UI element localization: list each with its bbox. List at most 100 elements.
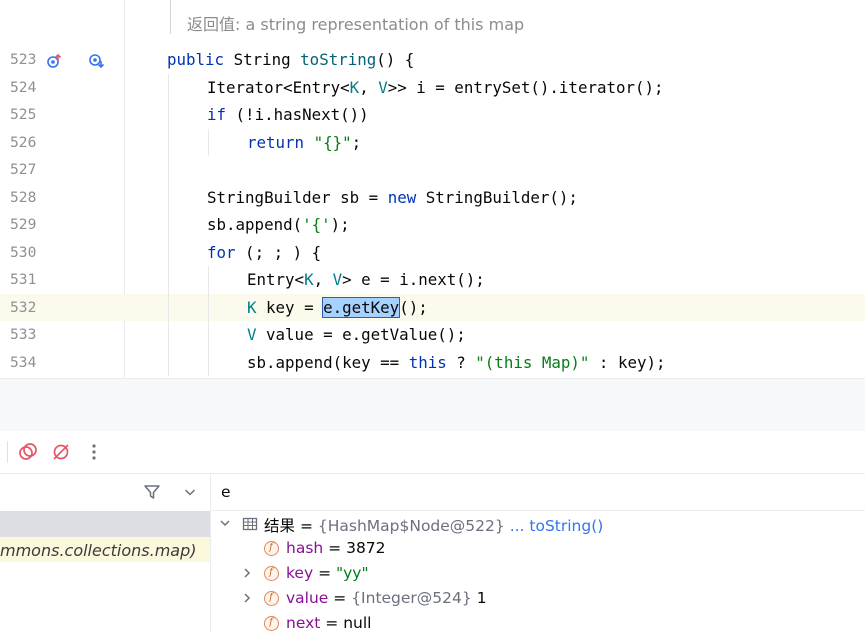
indent-guide [168, 73, 169, 101]
code-token: Entry< [247, 270, 305, 289]
variable-name: key [286, 564, 314, 582]
mute-breakpoints-icon[interactable] [51, 442, 71, 462]
indent-guide [168, 156, 169, 184]
keyword: for [207, 242, 236, 262]
line-number: 528 [10, 188, 37, 206]
code-line[interactable]: 525 if (!i.hasNext()) [0, 101, 865, 129]
code-text: Iterator<Entry<K, V>> i = entrySet().ite… [207, 78, 664, 97]
evaluate-expression-text: e [221, 483, 231, 501]
indent-guide [208, 266, 209, 294]
selected-expression[interactable]: e.getKey [322, 296, 401, 318]
code-editor[interactable]: 返回值: a string representation of this map… [0, 0, 865, 378]
code-line[interactable]: 526 return "{}"; [0, 128, 865, 156]
variable-name: 结果 [264, 517, 296, 535]
filter-icon[interactable] [143, 483, 161, 501]
variable-row-result[interactable]: 结果 = {HashMap$Node@522} ... toString() [211, 511, 865, 536]
code-text: return "{}"; [247, 133, 361, 152]
indent-guide [168, 266, 169, 294]
code-token: > e = i.next(); [342, 270, 485, 289]
variable-text: hash = 3872 [286, 539, 386, 557]
type-param: K [349, 77, 360, 97]
code-line[interactable]: 524 Iterator<Entry<K, V>> i = entrySet()… [0, 73, 865, 101]
chevron-down-icon[interactable] [183, 485, 197, 499]
code-line[interactable]: 534 sb.append(key == this ? "(this Map)"… [0, 348, 865, 376]
code-text: V value = e.getValue(); [247, 325, 466, 344]
tostring-link[interactable]: ... toString() [510, 517, 604, 535]
equals-sign: = [323, 539, 347, 557]
code-line[interactable]: 530 for (; ; ) { [0, 238, 865, 266]
chevron-right-icon[interactable] [241, 567, 253, 579]
frames-panel: mmons.collections.map) [0, 474, 211, 632]
indent-guide [208, 321, 209, 349]
line-number: 532 [10, 298, 37, 316]
code-token: Iterator<Entry< [207, 77, 350, 97]
indent-guide [208, 293, 209, 321]
code-line[interactable]: 529 sb.append('{'); [0, 211, 865, 239]
code-text: sb.append('{'); [207, 215, 350, 234]
frame-label: mmons.collections.map) [0, 541, 197, 560]
indent-guide [168, 183, 169, 211]
code-text: if (!i.hasNext()) [207, 105, 369, 124]
chevron-right-icon[interactable] [241, 592, 253, 604]
code-text: sb.append(key == this ? "(this Map)" : k… [247, 353, 666, 372]
code-text: K key = e.getKey(); [247, 296, 428, 318]
code-line[interactable]: 523 public String toString() { [0, 46, 865, 74]
type-param: K [304, 270, 314, 289]
indent-guide [168, 293, 169, 321]
line-number: 527 [10, 161, 37, 178]
code-token: : key); [589, 352, 666, 372]
string-literal: "(this Map)" [475, 352, 590, 372]
override-up-icon[interactable] [46, 53, 62, 69]
char-literal: '{' [302, 215, 331, 234]
code-token: (); [399, 297, 428, 317]
variable-row-next[interactable]: f next = null [211, 611, 865, 636]
frame-item-library[interactable]: mmons.collections.map) [0, 537, 210, 562]
frames-header [0, 474, 210, 510]
doc-hint-text: 返回值: a string representation of this map [187, 15, 525, 34]
variable-name: hash [286, 539, 324, 557]
method-name: toString [300, 50, 377, 69]
keyword: public [167, 50, 225, 69]
line-number: 530 [10, 243, 37, 261]
view-breakpoints-icon[interactable] [18, 442, 38, 462]
code-line-current[interactable]: 532 K key = e.getKey(); [0, 293, 865, 321]
type-param: K [247, 297, 257, 317]
frame-item-selected[interactable] [0, 511, 210, 537]
chevron-down-icon[interactable] [219, 517, 231, 529]
equals-sign: = [320, 614, 344, 632]
code-token: sb.append(key == [247, 352, 409, 372]
keyword: return [247, 132, 305, 152]
line-number: 523 [10, 51, 37, 68]
indent-guide [168, 348, 169, 376]
evaluate-expression-field[interactable]: e [211, 474, 865, 511]
code-text: public String toString() { [167, 50, 414, 69]
equals-sign: = [313, 564, 336, 582]
line-number: 524 [10, 78, 37, 96]
variable-row-hash[interactable]: f hash = 3872 [211, 536, 865, 561]
doc-hint-bar [170, 0, 171, 34]
debug-toolbar [0, 431, 865, 474]
type-param: V [247, 325, 257, 344]
code-line[interactable]: 528 StringBuilder sb = new StringBuilder… [0, 183, 865, 211]
equals-sign: = [328, 589, 352, 607]
implementation-down-icon[interactable] [88, 53, 104, 69]
code-line[interactable]: 531 Entry<K, V> e = i.next(); [0, 266, 865, 294]
variable-row-value[interactable]: f value = {Integer@524} 1 [211, 586, 865, 611]
code-token: sb.append( [207, 215, 303, 234]
code-line[interactable]: 527 [0, 156, 865, 184]
code-line[interactable]: 533 V value = e.getValue(); [0, 321, 865, 349]
indent-guide [168, 101, 169, 129]
toolbar-separator [7, 441, 8, 463]
variable-text: value = {Integer@524} 1 [286, 589, 487, 607]
variable-value: "yy" [335, 564, 369, 582]
variable-name: value [286, 589, 329, 607]
indent-guide [168, 238, 169, 266]
more-options-icon[interactable] [84, 442, 104, 462]
line-number: 526 [10, 133, 37, 151]
code-token: String [224, 50, 301, 69]
table-icon [242, 517, 258, 531]
code-token: (; ; ) { [235, 242, 322, 262]
line-number: 525 [10, 106, 37, 123]
variable-row-key[interactable]: f key = "yy" [211, 561, 865, 586]
keyword: this [408, 352, 447, 372]
